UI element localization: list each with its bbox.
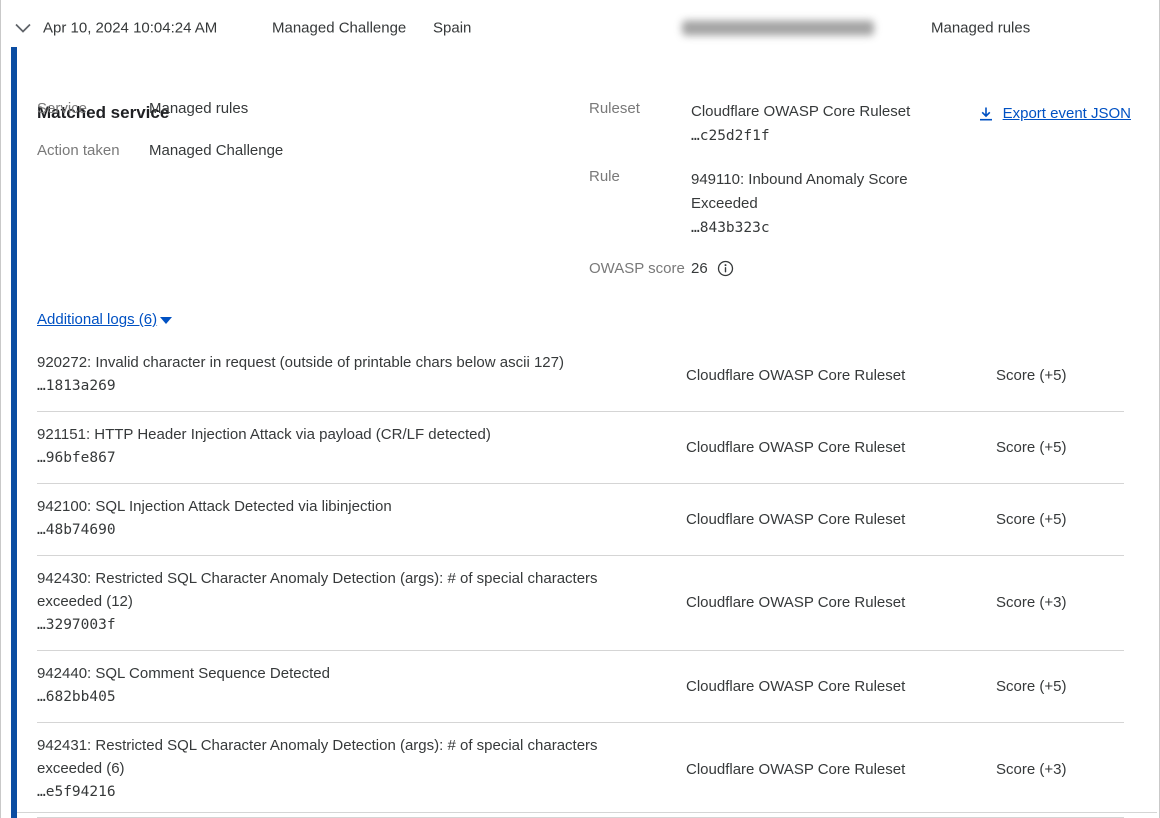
log-score: Score (+5) [996,439,1124,456]
rule-name: 949110: Inbound Anomaly Score Exceeded [691,168,935,216]
ruleset-label: Ruleset [589,100,640,117]
event-action: Managed Challenge [272,20,406,37]
action-taken-label: Action taken [37,142,120,159]
ruleset-name: Cloudflare OWASP Core Ruleset [691,100,941,124]
export-event-json-label: Export event JSON [1003,105,1131,122]
log-score: Score (+5) [996,367,1124,384]
log-description-cell: 942431: Restricted SQL Character Anomaly… [37,734,627,805]
log-description-cell: 920272: Invalid character in request (ou… [37,351,627,399]
owasp-score-label: OWASP score [589,260,685,277]
rule-value-block: 949110: Inbound Anomaly Score Exceeded …… [691,168,935,240]
log-ruleset-name: Cloudflare OWASP Core Ruleset [686,439,926,456]
additional-logs-list: 920272: Invalid character in request (ou… [37,340,1124,818]
log-rule-id-hash: …1813a269 [37,374,627,399]
log-row: 942100: SQL Injection Attack Detected vi… [37,484,1124,556]
additional-logs-label: Additional logs (6) [37,311,157,328]
log-row: 942430: Restricted SQL Character Anomaly… [37,556,1124,651]
log-ruleset-name: Cloudflare OWASP Core Ruleset [686,678,926,695]
log-ruleset-name: Cloudflare OWASP Core Ruleset [686,594,926,611]
log-score: Score (+3) [996,594,1124,611]
log-rule-id-hash: …96bfe867 [37,446,627,471]
log-rule-description: 942440: SQL Comment Sequence Detected [37,662,627,685]
log-description-cell: 921151: HTTP Header Injection Attack via… [37,423,627,471]
service-value: Managed rules [149,100,248,117]
event-service: Managed rules [931,20,1030,37]
export-event-json-link[interactable]: Export event JSON [978,105,1131,122]
log-score: Score (+3) [996,761,1124,778]
rule-id-hash: …843b323c [691,216,935,240]
info-icon[interactable] [717,260,734,277]
log-rule-description: 920272: Invalid character in request (ou… [37,351,627,374]
expanded-row-accent-bar [11,47,17,818]
log-rule-id-hash: …e5f94216 [37,780,627,805]
log-rule-description: 942431: Restricted SQL Character Anomaly… [37,734,627,780]
rule-label: Rule [589,168,620,185]
panel-bottom-border [17,812,1157,813]
event-country: Spain [433,20,471,37]
log-description-cell: 942100: SQL Injection Attack Detected vi… [37,495,627,543]
log-ruleset-name: Cloudflare OWASP Core Ruleset [686,367,926,384]
ruleset-value-block: Cloudflare OWASP Core Ruleset …c25d2f1f [691,100,941,148]
redacted-host-blur [682,21,874,36]
security-event-expanded-row: Apr 10, 2024 10:04:24 AM Managed Challen… [0,0,1160,818]
log-row: 920272: Invalid character in request (ou… [37,340,1124,412]
log-ruleset-name: Cloudflare OWASP Core Ruleset [686,511,926,528]
chevron-down-icon[interactable] [14,21,32,35]
log-score: Score (+5) [996,678,1124,695]
log-rule-description: 921151: HTTP Header Injection Attack via… [37,423,627,446]
log-score: Score (+5) [996,511,1124,528]
log-row: 921151: HTTP Header Injection Attack via… [37,412,1124,484]
log-description-cell: 942440: SQL Comment Sequence Detected …6… [37,662,627,710]
download-icon [978,106,994,122]
log-description-cell: 942430: Restricted SQL Character Anomaly… [37,567,627,638]
caret-down-icon [160,317,172,324]
matched-service-panel: Matched service Export event JSON Servic… [1,47,1159,818]
log-rule-description: 942100: SQL Injection Attack Detected vi… [37,495,627,518]
log-ruleset-name: Cloudflare OWASP Core Ruleset [686,761,926,778]
log-row: 942431: Restricted SQL Character Anomaly… [37,723,1124,818]
log-rule-id-hash: …682bb405 [37,685,627,710]
log-row: 942440: SQL Comment Sequence Detected …6… [37,651,1124,723]
event-summary-row[interactable]: Apr 10, 2024 10:04:24 AM Managed Challen… [1,8,1159,48]
service-label: Service [37,100,87,117]
log-rule-id-hash: …48b74690 [37,518,627,543]
owasp-score-value: 26 [691,260,708,277]
ruleset-id-hash: …c25d2f1f [691,124,941,148]
additional-logs-toggle[interactable]: Additional logs (6) [37,311,172,328]
event-timestamp: Apr 10, 2024 10:04:24 AM [43,20,217,37]
log-rule-id-hash: …3297003f [37,613,627,638]
log-rule-description: 942430: Restricted SQL Character Anomaly… [37,567,627,613]
owasp-score-value-wrap: 26 [691,260,734,277]
action-taken-value: Managed Challenge [149,142,283,159]
